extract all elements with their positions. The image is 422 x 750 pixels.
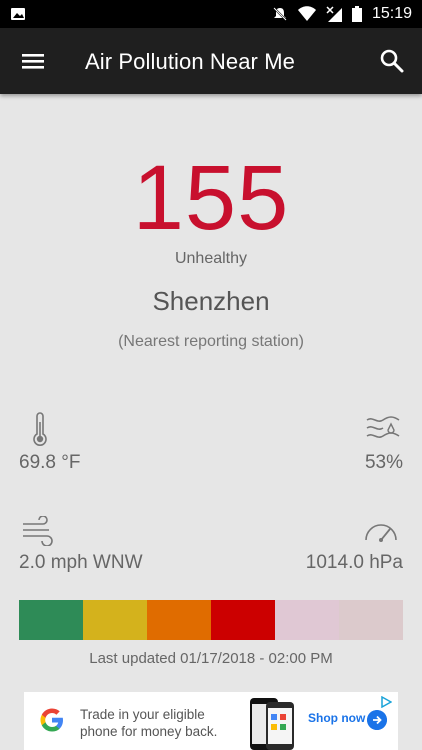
shop-now-link[interactable]: Shop now [308,711,365,725]
search-icon[interactable] [378,47,406,75]
image-icon [11,8,25,20]
mute-icon [273,7,287,21]
temperature-metric: 69.8 °F [19,410,169,480]
google-logo-icon [40,708,63,732]
city-name: Shenzhen [152,286,270,316]
temperature-value: 69.8 °F [19,452,81,473]
pressure-value: 1014.0 hPa [305,552,403,573]
station-note: (Nearest reporting station) [118,333,304,350]
aqi-level: Unhealthy [174,250,248,267]
humidity-icon [366,416,400,438]
pressure-metric: 1014.0 hPa [253,512,403,582]
ad-text: Trade in your eligible phone for money b… [80,707,218,739]
wind-metric: 2.0 mph WNW [19,512,219,582]
adchoices-icon[interactable] [380,696,392,708]
humidity-value: 53% [364,452,403,473]
status-bar: 15:19 [0,0,422,28]
humidity-metric: 53% [263,410,403,480]
aqi-scale-segment-4 [275,600,339,640]
wind-icon [23,516,53,546]
aqi-scale-segment-2 [147,600,211,640]
last-updated: Last updated 01/17/2018 - 02:00 PM [89,650,333,667]
arrow-right-icon[interactable] [367,710,387,730]
aqi-scale-segment-1 [83,600,147,640]
thermometer-icon [33,412,47,446]
wind-value: 2.0 mph WNW [19,552,143,573]
menu-icon[interactable] [18,47,48,75]
battery-icon [351,6,362,22]
app-title: Air Pollution Near Me [85,49,295,74]
status-time: 15:19 [371,5,412,22]
aqi-scale-bar [19,600,403,640]
pressure-gauge-icon [365,524,397,542]
aqi-scale-segment-3 [211,600,275,640]
status-icons: 15:19 [272,4,412,24]
aqi-scale-segment-0 [19,600,83,640]
aqi-scale-segment-5 [339,600,403,640]
phone-image [250,698,294,750]
aqi-value: 155 [132,147,290,249]
ad-banner[interactable]: Trade in your eligible phone for money b… [24,692,398,750]
no-signal-icon [326,6,342,22]
wifi-icon [297,6,316,21]
app-bar: Air Pollution Near Me [0,28,422,94]
